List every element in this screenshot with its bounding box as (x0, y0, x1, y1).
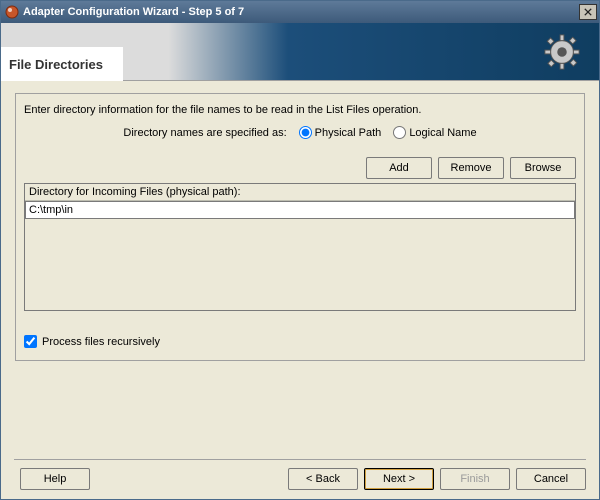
back-button[interactable]: < Back (288, 468, 358, 490)
radio-logical-input[interactable] (393, 126, 406, 139)
close-icon (584, 8, 592, 16)
close-button[interactable] (579, 4, 597, 20)
help-button[interactable]: Help (20, 468, 90, 490)
directory-group: Enter directory information for the file… (15, 93, 585, 361)
next-button[interactable]: Next > (364, 468, 434, 490)
browse-button[interactable]: Browse (510, 157, 576, 179)
directory-input[interactable] (25, 201, 575, 219)
window-title: Adapter Configuration Wizard - Step 5 of… (23, 6, 579, 18)
gear-icon (543, 33, 581, 71)
page-title: File Directories (1, 47, 123, 81)
radio-physical-input[interactable] (299, 126, 312, 139)
app-icon (5, 5, 19, 19)
content-area: Enter directory information for the file… (1, 81, 599, 367)
cancel-button[interactable]: Cancel (516, 468, 586, 490)
radio-physical-path[interactable]: Physical Path (299, 126, 382, 139)
directory-list-header: Directory for Incoming Files (physical p… (25, 184, 575, 201)
recursive-label: Process files recursively (42, 336, 160, 348)
instruction-text: Enter directory information for the file… (24, 104, 576, 116)
titlebar: Adapter Configuration Wizard - Step 5 of… (1, 1, 599, 23)
radio-logical-name[interactable]: Logical Name (393, 126, 476, 139)
add-button[interactable]: Add (366, 157, 432, 179)
recursive-checkbox[interactable] (24, 335, 37, 348)
directory-button-row: Add Remove Browse (24, 157, 576, 179)
footer-divider (14, 459, 586, 460)
recursive-checkbox-row[interactable]: Process files recursively (24, 335, 576, 348)
directory-listbox: Directory for Incoming Files (physical p… (24, 183, 576, 311)
radio-row: Directory names are specified as: Physic… (24, 126, 576, 139)
wizard-footer: Help < Back Next > Finish Cancel (0, 459, 600, 500)
radio-row-label: Directory names are specified as: (123, 127, 286, 139)
radio-logical-label: Logical Name (409, 127, 476, 139)
radio-physical-label: Physical Path (315, 127, 382, 139)
remove-button[interactable]: Remove (438, 157, 504, 179)
finish-button: Finish (440, 468, 510, 490)
directory-list-body (25, 201, 575, 310)
wizard-banner: File Directories (1, 23, 599, 81)
